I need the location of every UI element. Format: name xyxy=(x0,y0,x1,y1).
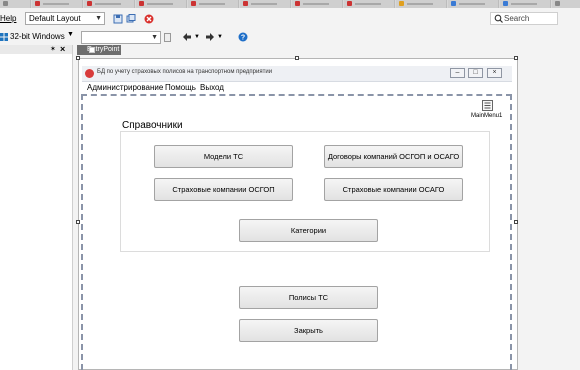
window-tab[interactable] xyxy=(292,0,343,8)
window-tab[interactable] xyxy=(552,0,580,8)
ide-search-input[interactable]: Search xyxy=(490,12,558,25)
close-button[interactable]: Закрыть xyxy=(239,319,378,342)
side-panel-header: ✶ × xyxy=(0,44,72,54)
chevron-down-icon[interactable]: ▼ xyxy=(217,34,223,40)
categories-button[interactable]: Категории xyxy=(239,219,378,242)
save-layout-icon[interactable] xyxy=(113,14,123,24)
ide-toolbar-top: Help Default Layout ▼ Search xyxy=(0,8,580,31)
help-menu[interactable]: Help xyxy=(0,14,16,23)
menu-help[interactable]: Помощь xyxy=(165,83,196,92)
tab-entrypoint[interactable]: EntryPoint xyxy=(77,45,121,55)
side-panel xyxy=(0,45,73,370)
window-tab[interactable] xyxy=(240,0,291,8)
resize-handle[interactable] xyxy=(514,220,518,224)
window-tab[interactable] xyxy=(500,0,551,8)
form-title-bar[interactable]: БД по учету страховых полисов на транспо… xyxy=(82,66,512,82)
main-menu-component-label: MainMenu1 xyxy=(471,113,503,119)
back-arrow-icon[interactable] xyxy=(182,32,192,42)
layout-combo-value: Default Layout xyxy=(29,14,81,23)
window-tab[interactable] xyxy=(84,0,135,8)
device-icon[interactable] xyxy=(164,33,171,42)
forward-arrow-icon[interactable] xyxy=(205,32,215,42)
close-window-button[interactable]: × xyxy=(487,68,502,78)
window-tab[interactable] xyxy=(32,0,83,8)
directories-group-title: Справочники xyxy=(122,120,186,131)
resize-handle[interactable] xyxy=(295,56,299,60)
window-tab[interactable] xyxy=(448,0,499,8)
search-icon xyxy=(494,13,503,24)
help-icon[interactable]: ? xyxy=(238,32,248,42)
form-menu-bar: Администрирование Помощь Выход xyxy=(82,82,512,93)
search-placeholder: Search xyxy=(504,14,530,23)
window-tab[interactable] xyxy=(188,0,239,8)
close-icon[interactable]: × xyxy=(60,44,65,54)
chevron-down-icon: ▼ xyxy=(95,15,102,22)
delete-layout-icon[interactable] xyxy=(144,14,154,24)
configuration-combo[interactable]: ▼ xyxy=(81,31,161,44)
window-tab-strip xyxy=(0,0,580,8)
chevron-down-icon: ▼ xyxy=(151,34,158,41)
resize-handle[interactable] xyxy=(76,56,80,60)
contracts-button[interactable]: Договоры компаний ОСГОП и ОСАГО xyxy=(324,145,463,168)
menu-administration[interactable]: Администрирование xyxy=(87,83,163,92)
window-tab[interactable] xyxy=(396,0,447,8)
vehicle-models-button[interactable]: Модели ТС xyxy=(154,145,293,168)
ide-toolbar-bottom: 32-bit Windows ▼ ▼ ▼ ▼ ? xyxy=(0,30,580,46)
form-file-icon xyxy=(89,47,95,53)
pin-icon[interactable]: ✶ xyxy=(50,45,56,53)
resize-handle[interactable] xyxy=(514,56,518,60)
window-tab[interactable] xyxy=(0,0,31,8)
menu-exit[interactable]: Выход xyxy=(200,83,224,92)
app-logo-icon xyxy=(85,69,94,78)
svg-text:?: ? xyxy=(241,35,245,42)
osgop-companies-button[interactable]: Страховые компании ОСГОП xyxy=(154,178,293,201)
layout-windows-icon[interactable] xyxy=(126,14,136,24)
chevron-down-icon[interactable]: ▼ xyxy=(194,34,200,40)
resize-handle[interactable] xyxy=(76,220,80,224)
platform-label[interactable]: 32-bit Windows xyxy=(10,32,65,41)
form-title: БД по учету страховых полисов на транспо… xyxy=(97,69,273,75)
windows-platform-icon xyxy=(0,33,8,41)
vehicle-policies-button[interactable]: Полисы ТС xyxy=(239,286,378,309)
main-menu-component-icon[interactable] xyxy=(482,100,493,111)
maximize-button[interactable]: □ xyxy=(468,68,483,78)
minimize-button[interactable]: – xyxy=(450,68,465,78)
layout-combo[interactable]: Default Layout ▼ xyxy=(25,12,105,25)
chevron-down-icon[interactable]: ▼ xyxy=(67,31,74,38)
osago-companies-button[interactable]: Страховые компании ОСАГО xyxy=(324,178,463,201)
window-tab[interactable] xyxy=(136,0,187,8)
window-tab[interactable] xyxy=(344,0,395,8)
